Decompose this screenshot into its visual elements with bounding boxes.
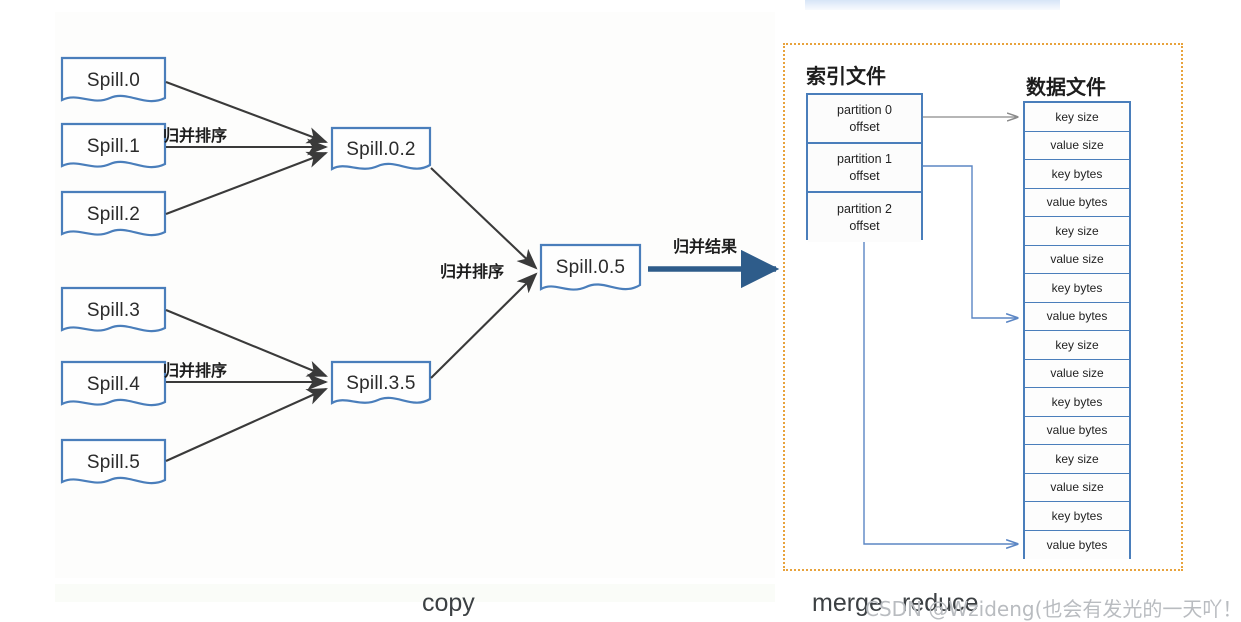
data-row[interactable]: key bytes	[1025, 274, 1129, 303]
data-row[interactable]: value size	[1025, 131, 1129, 160]
data-row[interactable]: key bytes	[1025, 502, 1129, 531]
spill-label-2: Spill.2	[86, 203, 141, 225]
spill-label-0-5: Spill.0.5	[555, 256, 626, 278]
index-row-line2: offset	[849, 119, 880, 134]
index-row-line1: partition 0	[837, 102, 892, 117]
data-row[interactable]: value size	[1025, 473, 1129, 502]
data-row[interactable]: key size	[1025, 103, 1129, 132]
edge-label-merge-sort-bottom: 归并排序	[163, 361, 228, 380]
spill-box-3: Spill.3	[62, 288, 165, 332]
index-row-line1: partition 1	[837, 151, 892, 166]
spill-label-3-5: Spill.3.5	[346, 372, 416, 394]
data-row[interactable]: value bytes	[1025, 416, 1129, 445]
edge-label-merge-sort-final: 归并排序	[440, 262, 505, 281]
data-row[interactable]: value bytes	[1025, 302, 1129, 331]
index-row-line1: partition 2	[837, 201, 892, 216]
edge-label-merge-sort-top: 归并排序	[163, 126, 228, 145]
data-row[interactable]: value bytes	[1025, 530, 1129, 559]
spill-box-5: Spill.5	[62, 440, 165, 484]
data-row[interactable]: value size	[1025, 359, 1129, 388]
index-row-line2: offset	[849, 218, 880, 233]
data-file-table: key size value size key bytes value byte…	[1023, 101, 1131, 559]
index-row[interactable]: partition 1 offset	[808, 144, 921, 193]
data-row[interactable]: key bytes	[1025, 160, 1129, 189]
arrow-spill2-to-spill02	[165, 151, 328, 215]
data-file-title: 数据文件	[1026, 75, 1106, 99]
spill-box-0: Spill.0	[62, 58, 165, 102]
watermark-text: CSDN @Wzideng(也会有发光的一天吖！)	[865, 597, 1241, 621]
spill-box-3-5: Spill.3.5	[332, 362, 430, 404]
spill-box-2: Spill.2	[62, 192, 165, 236]
data-row[interactable]: key size	[1025, 331, 1129, 360]
edge-label-merge-result: 归并结果	[673, 237, 738, 256]
arrow-spill35-to-spill05	[430, 272, 538, 379]
index-file-table: partition 0 offset partition 1 offset pa…	[806, 93, 923, 242]
data-row[interactable]: key bytes	[1025, 388, 1129, 417]
spill-label-1: Spill.1	[86, 135, 141, 157]
spill-box-0-2: Spill.0.2	[332, 128, 430, 170]
diagram-canvas: Spill.0 Spill.1 Spill.2 Spill.3 Spill.4 …	[0, 0, 1241, 621]
caption-copy: copy	[422, 589, 475, 617]
arrow-spill02-to-spill05	[430, 167, 538, 270]
spill-label-3: Spill.3	[86, 299, 141, 321]
spill-label-4: Spill.4	[86, 373, 141, 395]
spill-label-5: Spill.5	[86, 451, 141, 473]
spill-label-0: Spill.0	[86, 69, 141, 91]
data-row[interactable]: value size	[1025, 245, 1129, 274]
data-row[interactable]: key size	[1025, 445, 1129, 474]
index-row[interactable]: partition 0 offset	[808, 95, 921, 144]
spill-box-4: Spill.4	[62, 362, 165, 406]
index-file-title: 索引文件	[806, 64, 886, 88]
data-row[interactable]: key size	[1025, 217, 1129, 246]
spill-box-1: Spill.1	[62, 124, 165, 168]
index-row[interactable]: partition 2 offset	[808, 193, 921, 242]
index-row-line2: offset	[849, 168, 880, 183]
data-row[interactable]: value bytes	[1025, 188, 1129, 217]
spill-label-0-2: Spill.0.2	[346, 138, 416, 160]
spill-box-0-5: Spill.0.5	[541, 245, 640, 289]
arrow-spill5-to-spill35	[165, 388, 328, 462]
